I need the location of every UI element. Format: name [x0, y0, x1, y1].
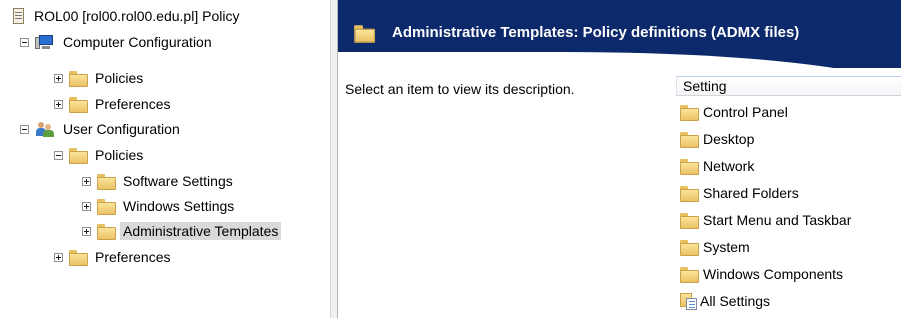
folder-icon [680, 213, 699, 229]
list-item-control-panel[interactable]: Control Panel [680, 101, 788, 123]
folder-icon [680, 240, 699, 256]
list-item-system[interactable]: System [680, 236, 750, 258]
details-title: Administrative Templates: Policy definit… [392, 24, 800, 41]
tree-item-software-settings[interactable]: Software Settings [82, 170, 236, 192]
tree-item-windows-settings-label: Windows Settings [123, 198, 235, 214]
pane-splitter[interactable] [330, 0, 338, 318]
tree-item-computer-policies-label: Policies [95, 70, 144, 86]
policy-document-icon [10, 7, 25, 25]
tree-item-root[interactable]: ROL00 [rol00.rol00.edu.pl] Policy [10, 5, 242, 27]
list-item-desktop[interactable]: Desktop [680, 128, 754, 150]
list-item-label: System [703, 239, 750, 255]
collapse-icon[interactable] [20, 124, 29, 134]
folder-icon [680, 132, 699, 148]
folder-icon [680, 267, 699, 283]
tree-item-computer-configuration-label: Computer Configuration [63, 34, 212, 50]
expand-icon[interactable] [54, 99, 63, 109]
tree-item-user-configuration-label: User Configuration [63, 121, 180, 137]
tree-item-administrative-templates[interactable]: Administrative Templates [82, 220, 282, 242]
tree-item-user-preferences[interactable]: Preferences [54, 246, 173, 268]
tree-item-administrative-templates-label: Administrative Templates [120, 222, 282, 240]
computer-icon [35, 34, 55, 50]
folder-icon [354, 25, 376, 43]
tree-item-root-label: ROL00 [rol00.rol00.edu.pl] Policy [34, 8, 240, 24]
list-item-shared-folders[interactable]: Shared Folders [680, 182, 799, 204]
folder-icon [69, 148, 88, 164]
list-item-windows-components[interactable]: Windows Components [680, 263, 843, 285]
tree-item-computer-configuration[interactable]: Computer Configuration [20, 31, 215, 53]
folder-icon [97, 224, 116, 240]
description-text: Select an item to view its description. [345, 81, 575, 97]
console-tree: ROL00 [rol00.rol00.edu.pl] Policy Comput… [0, 0, 330, 318]
list-item-label: Desktop [703, 131, 755, 147]
expand-icon[interactable] [82, 176, 91, 186]
tree-item-computer-policies[interactable]: Policies [54, 67, 146, 89]
list-item-label: Windows Components [703, 266, 844, 282]
users-icon [35, 121, 55, 137]
list-item-all-settings[interactable]: All Settings [680, 290, 770, 312]
list-item-label: Control Panel [703, 104, 788, 120]
tree-item-computer-preferences[interactable]: Preferences [54, 93, 173, 115]
folder-icon [69, 250, 88, 266]
folder-icon [97, 199, 116, 215]
list-item-network[interactable]: Network [680, 155, 754, 177]
folder-icon [69, 71, 88, 87]
list-item-label: All Settings [700, 293, 771, 309]
expand-icon[interactable] [54, 252, 63, 262]
tree-item-user-policies[interactable]: Policies [54, 144, 146, 166]
tree-item-software-settings-label: Software Settings [123, 173, 233, 189]
details-pane: Administrative Templates: Policy definit… [338, 0, 901, 318]
collapse-icon[interactable] [20, 37, 29, 47]
expand-icon[interactable] [82, 226, 91, 236]
folder-icon [680, 186, 699, 202]
list-item-start-menu-and-taskbar[interactable]: Start Menu and Taskbar [680, 209, 851, 231]
tree-item-computer-preferences-label: Preferences [95, 96, 171, 112]
all-settings-icon [680, 292, 698, 310]
list-item-label: Start Menu and Taskbar [703, 212, 852, 228]
expand-icon[interactable] [54, 73, 63, 83]
folder-icon [680, 105, 699, 121]
tree-item-user-policies-label: Policies [95, 147, 144, 163]
folder-icon [680, 159, 699, 175]
tree-item-windows-settings[interactable]: Windows Settings [82, 195, 237, 217]
folder-icon [69, 97, 88, 113]
folder-icon [97, 174, 116, 190]
collapse-icon[interactable] [54, 150, 63, 160]
column-header-setting[interactable]: Setting [676, 76, 901, 96]
list-item-label: Network [703, 158, 755, 174]
tree-item-user-configuration[interactable]: User Configuration [20, 118, 183, 140]
list-item-label: Shared Folders [703, 185, 799, 201]
expand-icon[interactable] [82, 201, 91, 211]
details-header: Administrative Templates: Policy definit… [338, 0, 901, 68]
tree-item-user-preferences-label: Preferences [95, 249, 171, 265]
header-wave-decoration [338, 52, 901, 68]
